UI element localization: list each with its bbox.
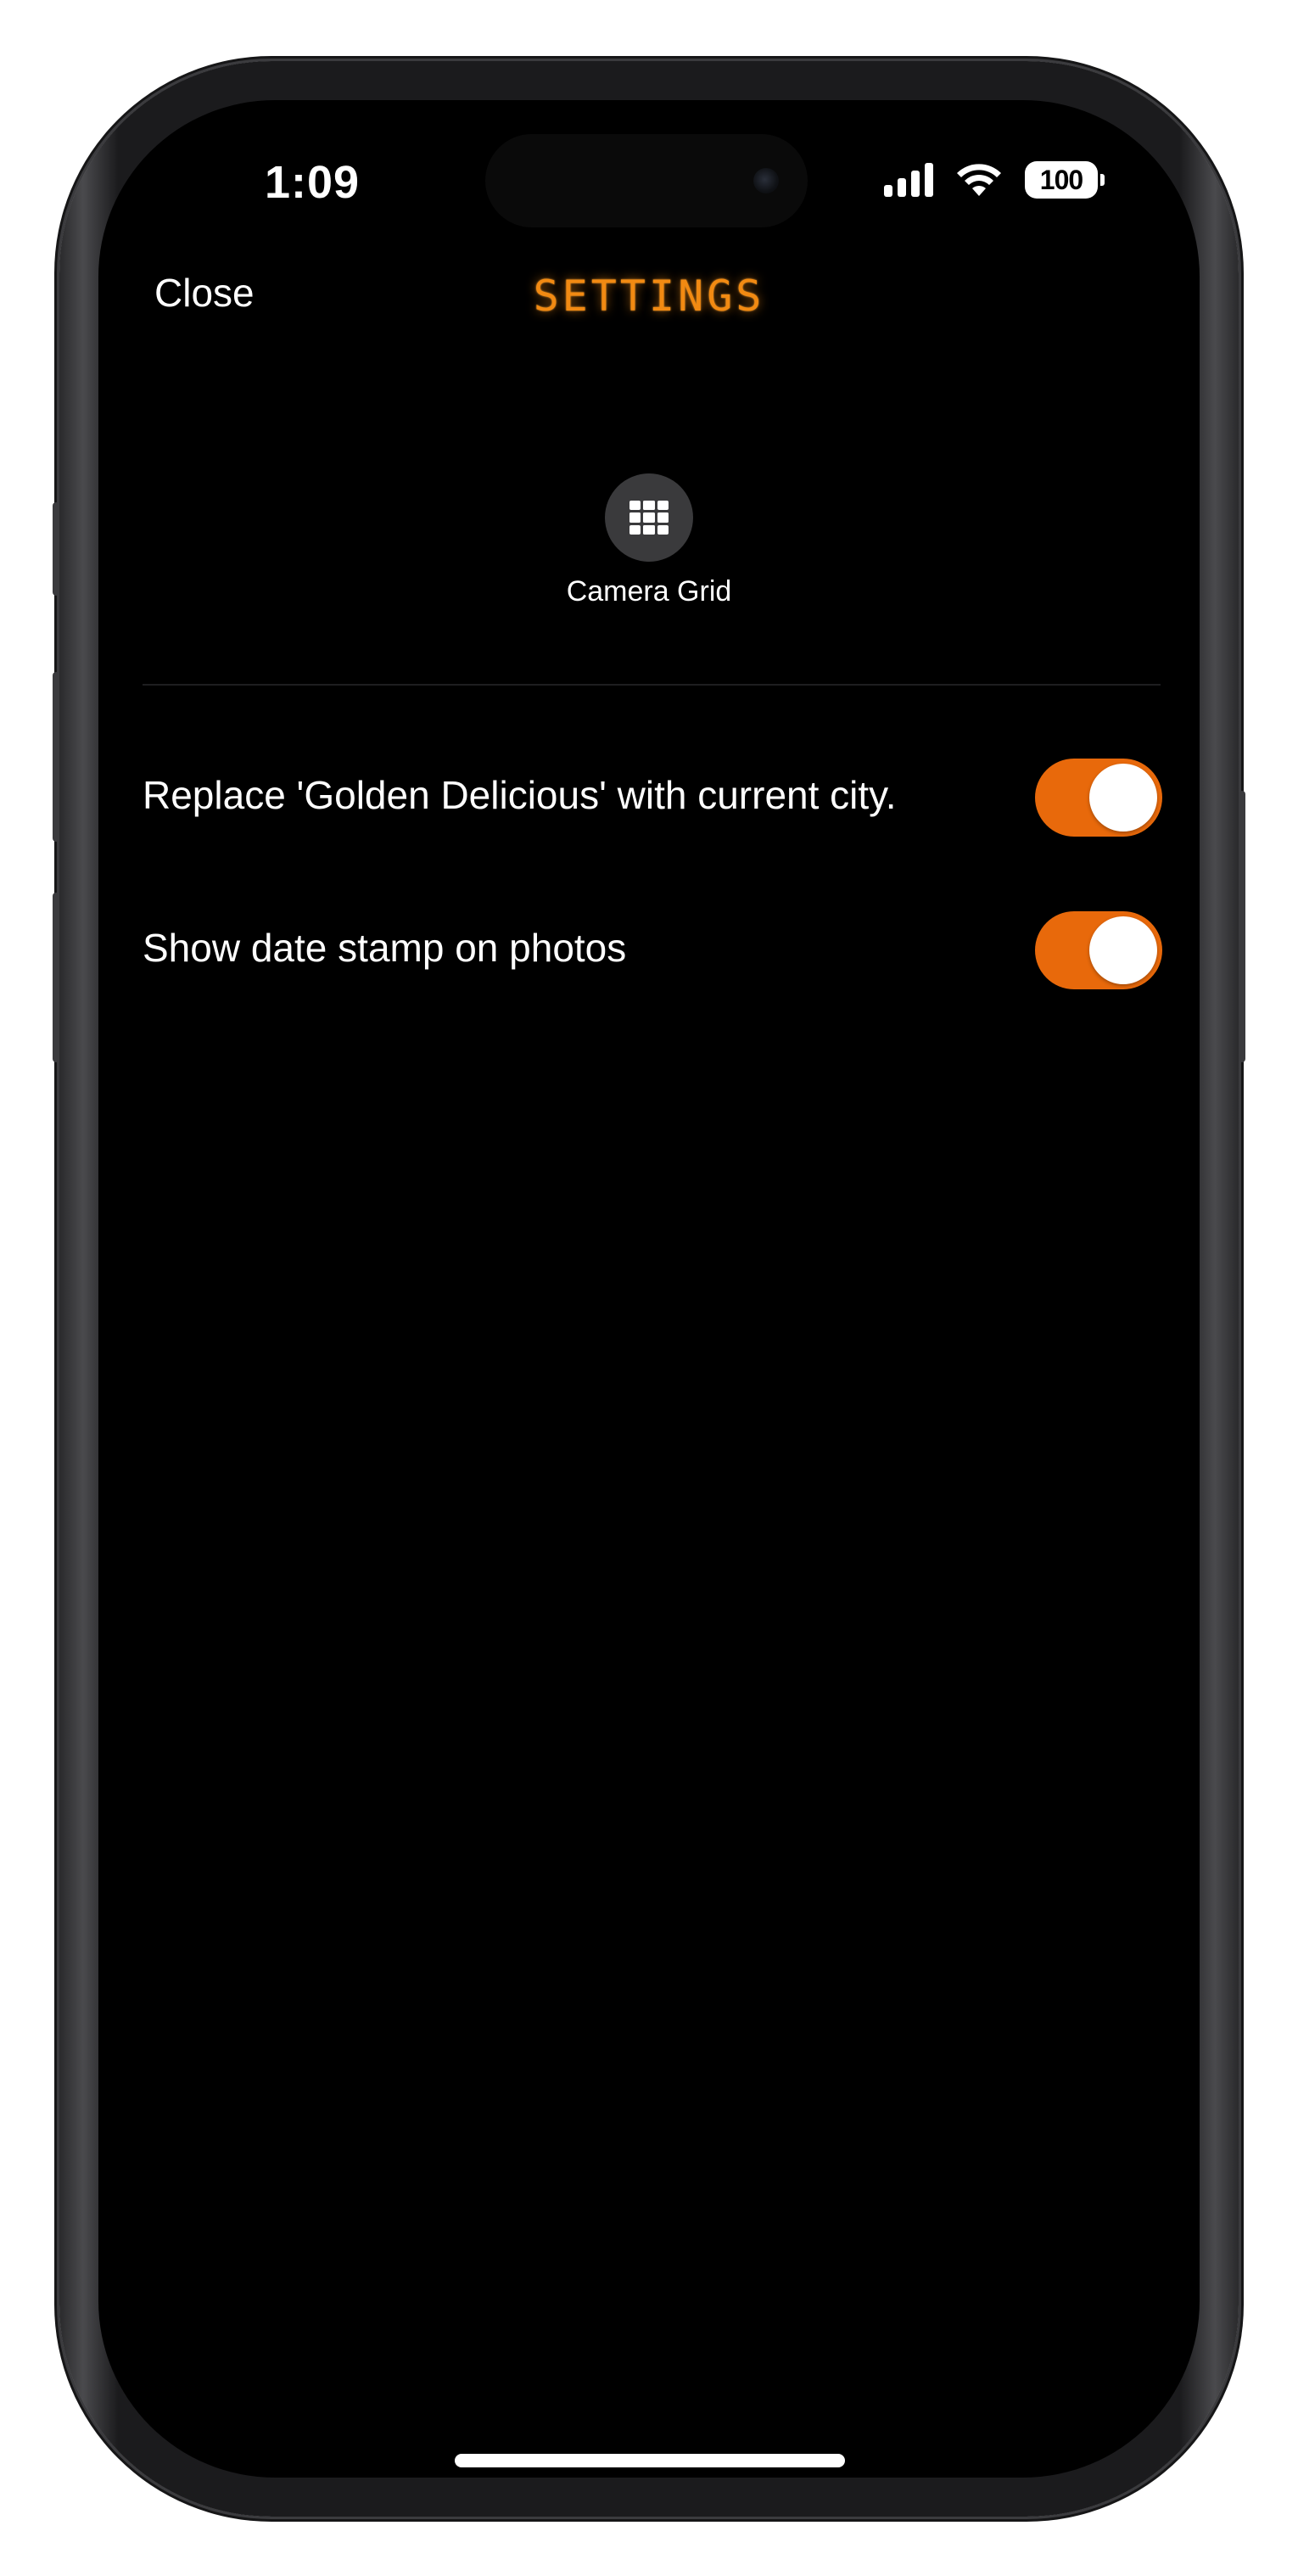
home-indicator[interactable] — [455, 2454, 845, 2467]
dynamic-island — [485, 134, 808, 227]
camera-grid-button[interactable] — [605, 473, 693, 562]
phone-frame: 1:09 100 Close SETTINGS Camera Grid Repl… — [53, 61, 1245, 2517]
action-button — [53, 502, 59, 596]
grid-icon — [629, 501, 669, 535]
wifi-icon — [957, 164, 1001, 196]
battery-level: 100 — [1039, 164, 1083, 195]
volume-up-button — [53, 672, 59, 842]
status-icons: 100 — [884, 161, 1105, 199]
power-button — [1239, 791, 1245, 1062]
section-divider — [143, 684, 1161, 686]
cellular-signal-icon — [884, 163, 933, 197]
battery-icon: 100 — [1025, 161, 1105, 199]
camera-grid-label: Camera Grid — [566, 575, 732, 608]
city-replace-label: Replace 'Golden Delicious' with current … — [143, 773, 897, 817]
volume-down-button — [53, 893, 59, 1062]
date-stamp-toggle[interactable] — [1035, 911, 1162, 989]
toggle-knob — [1089, 916, 1157, 984]
screen: 1:09 100 Close SETTINGS Camera Grid Repl… — [98, 100, 1200, 2478]
toggle-knob — [1089, 764, 1157, 832]
date-stamp-label: Show date stamp on photos — [143, 926, 627, 970]
status-time: 1:09 — [265, 157, 361, 208]
page-title: SETTINGS — [533, 272, 765, 321]
city-replace-toggle[interactable] — [1035, 759, 1162, 837]
front-camera — [753, 168, 779, 193]
